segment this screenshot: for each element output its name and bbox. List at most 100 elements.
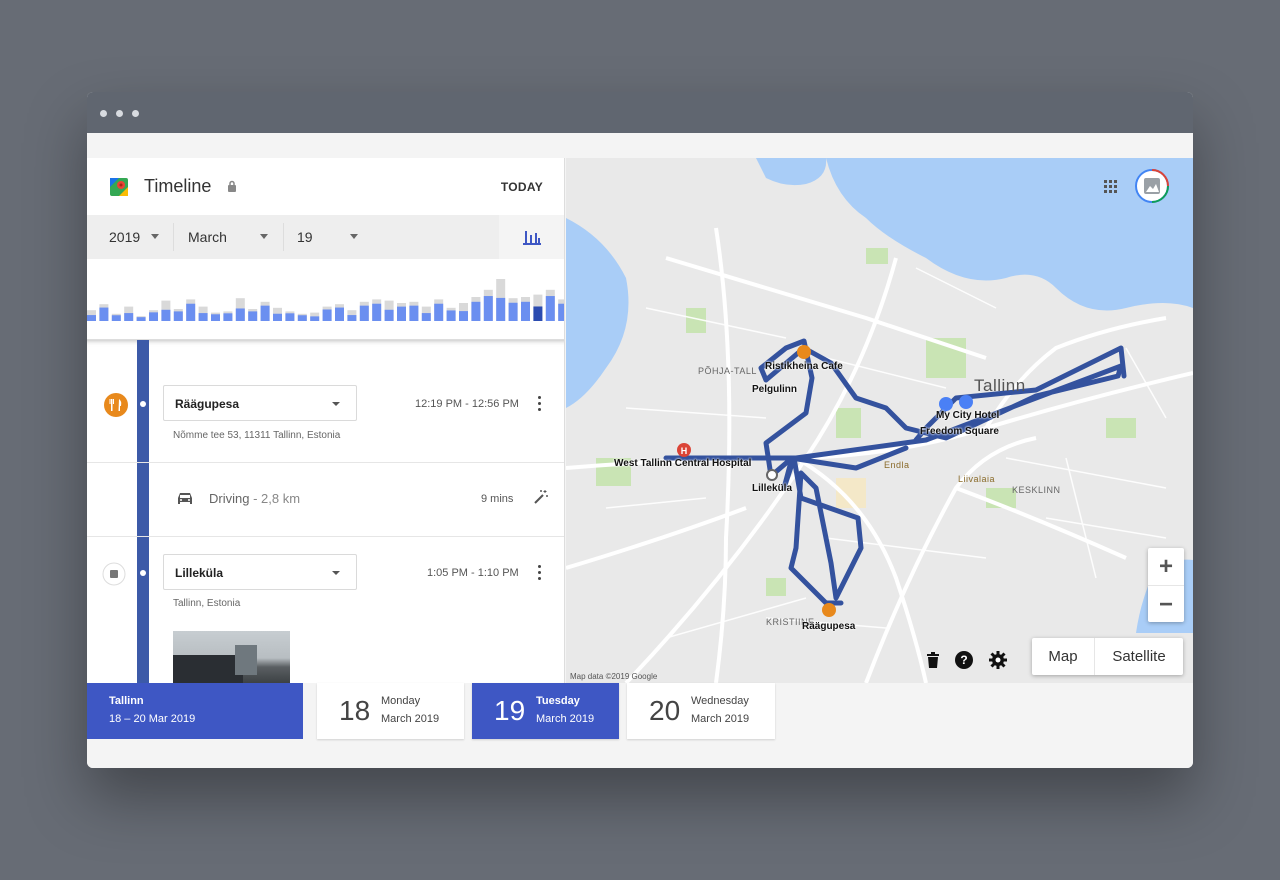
histogram-bar[interactable]: [384, 309, 394, 321]
histogram-bar[interactable]: [421, 313, 431, 321]
histogram-bar[interactable]: [409, 305, 419, 321]
window-titlebar: [87, 92, 1193, 133]
histogram-bar[interactable]: [496, 297, 506, 321]
map-label[interactable]: Pelgulinn: [752, 384, 797, 395]
day-number: 20: [649, 695, 681, 726]
trip-city: Tallinn: [109, 695, 144, 707]
place-photo[interactable]: [173, 631, 290, 683]
day-month: March 2019: [536, 713, 595, 725]
histogram-bar[interactable]: [235, 308, 245, 321]
divider: [87, 462, 564, 463]
apps-grid-icon[interactable]: [1104, 180, 1118, 194]
histogram-bar[interactable]: [483, 296, 493, 321]
car-icon: [178, 493, 192, 504]
histogram-bar[interactable]: [111, 315, 121, 321]
help-icon[interactable]: ?: [955, 651, 973, 669]
histogram-bar[interactable]: [521, 301, 530, 321]
activity-segment[interactable]: Driving - 2,8 km: [209, 491, 300, 506]
histogram-bar[interactable]: [347, 315, 357, 321]
histogram-bar[interactable]: [508, 302, 518, 321]
window-dot-icon[interactable]: [116, 110, 123, 117]
histogram-bar[interactable]: [434, 303, 444, 321]
map-type-map-button[interactable]: Map: [1032, 638, 1094, 675]
divider: [87, 536, 564, 537]
trip-date-range: 18 – 20 Mar 2019: [109, 713, 196, 725]
histogram-bar[interactable]: [248, 311, 258, 321]
avatar[interactable]: [1134, 168, 1170, 204]
day-card-20[interactable]: 20 Wednesday March 2019: [627, 683, 775, 739]
place-address: Tallinn, Estonia: [173, 598, 241, 609]
histogram-bar[interactable]: [136, 317, 146, 321]
histogram-bar[interactable]: [260, 305, 270, 321]
place-icon: [102, 562, 126, 586]
map-label[interactable]: Freedom Square: [920, 426, 999, 437]
window-dot-icon[interactable]: [100, 110, 107, 117]
histogram-bar[interactable]: [223, 313, 233, 321]
histogram-bar[interactable]: [161, 309, 171, 321]
map-view[interactable]: H Ristikheina Cafe Pelgulinn PÕHJA-TALL …: [566, 158, 1193, 683]
histogram-bar[interactable]: [285, 313, 295, 321]
histogram-bar[interactable]: [335, 307, 344, 321]
day-select[interactable]: 19: [297, 215, 313, 259]
zoom-control: + −: [1148, 548, 1184, 622]
day-card-19[interactable]: 19 Tuesday March 2019: [472, 683, 619, 739]
more-options-icon[interactable]: [538, 396, 542, 412]
zoom-in-button[interactable]: +: [1148, 548, 1184, 585]
histogram-bar[interactable]: [545, 296, 555, 321]
histogram-bar[interactable]: [359, 305, 369, 321]
histogram-bar[interactable]: [149, 312, 158, 321]
histogram-bar[interactable]: [558, 303, 565, 321]
chevron-down-icon: [350, 234, 358, 239]
histogram-bar[interactable]: [198, 313, 208, 321]
place-selector[interactable]: Räägupesa: [163, 385, 357, 421]
gear-icon[interactable]: [989, 651, 1007, 669]
histogram-bar[interactable]: [211, 314, 220, 321]
histogram-bar[interactable]: [459, 311, 468, 321]
histogram-bar[interactable]: [471, 301, 481, 321]
visit-time[interactable]: 12:19 PM - 12:56 PM: [415, 398, 519, 410]
histogram-bar[interactable]: [372, 303, 382, 321]
map-label[interactable]: My City Hotel: [936, 410, 999, 421]
map-type-satellite-button[interactable]: Satellite: [1094, 638, 1183, 675]
today-button[interactable]: TODAY: [501, 180, 543, 194]
day-card-18[interactable]: 18 Monday March 2019: [317, 683, 464, 739]
window-dot-icon[interactable]: [132, 110, 139, 117]
map-canvas: H: [566, 158, 1193, 683]
visit-time[interactable]: 1:05 PM - 1:10 PM: [427, 567, 519, 579]
activity-histogram[interactable]: [87, 259, 565, 340]
histogram-bar[interactable]: [322, 309, 332, 321]
magic-wand-edit-icon[interactable]: [533, 489, 549, 505]
trip-card[interactable]: Tallinn 18 – 20 Mar 2019: [87, 683, 303, 739]
place-selector[interactable]: Lilleküla: [163, 554, 357, 590]
histogram-bar[interactable]: [310, 316, 320, 321]
histogram-bar[interactable]: [99, 307, 109, 321]
month-select[interactable]: March: [188, 215, 227, 259]
date-strip: Tallinn 18 – 20 Mar 2019 18 Monday March…: [87, 683, 1193, 739]
histogram-bar[interactable]: [124, 313, 134, 321]
lock-icon: [228, 180, 236, 192]
map-attribution[interactable]: Map data ©2019 Google: [570, 672, 657, 681]
map-label[interactable]: West Tallinn Central Hospital: [614, 458, 751, 469]
histogram-bar[interactable]: [173, 311, 183, 321]
stats-button[interactable]: [499, 215, 564, 259]
year-select[interactable]: 2019: [109, 215, 140, 259]
place-address: Nõmme tee 53, 11311 Tallinn, Estonia: [173, 430, 341, 441]
date-selector: 2019 March 19: [87, 215, 499, 259]
histogram-bar[interactable]: [87, 315, 96, 321]
histogram-bar[interactable]: [533, 306, 543, 321]
chevron-down-icon: [332, 402, 340, 406]
trash-icon[interactable]: [926, 652, 940, 668]
zoom-out-button[interactable]: −: [1148, 585, 1184, 622]
histogram-bar[interactable]: [446, 310, 456, 321]
histogram-bar[interactable]: [273, 313, 282, 321]
chevron-down-icon: [151, 234, 159, 239]
day-number: 18: [339, 695, 371, 726]
map-label[interactable]: Ristikheina Cafe: [765, 361, 843, 372]
map-label[interactable]: Lilleküla: [752, 483, 792, 494]
more-options-icon[interactable]: [538, 565, 542, 581]
histogram-bar[interactable]: [186, 303, 196, 321]
histogram-bar[interactable]: [397, 306, 406, 321]
day-month: March 2019: [381, 713, 440, 725]
map-label[interactable]: Räägupesa: [802, 621, 855, 632]
histogram-bar[interactable]: [297, 315, 307, 321]
